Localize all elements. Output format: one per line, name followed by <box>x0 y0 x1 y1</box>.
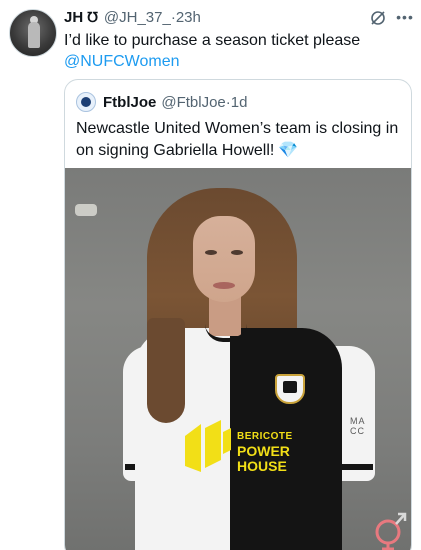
jersey-side-print: MA CC <box>350 416 366 436</box>
timestamp[interactable]: 23h <box>176 9 201 26</box>
football-icon <box>81 97 91 107</box>
avatar-figure-body <box>28 22 40 48</box>
face <box>193 216 255 302</box>
tweet-header: JH ℧ @JH_37_ · 23h <box>64 7 201 27</box>
author-handle[interactable]: @JH_37_ <box>104 9 171 26</box>
quote-avatar[interactable] <box>76 92 96 112</box>
quote-timestamp[interactable]: 1d <box>231 94 248 111</box>
more-options-icon[interactable]: ••• <box>395 8 415 26</box>
quote-header: FtblJoe @FtblJoe · 1d <box>103 92 247 112</box>
sponsor-line-1: BERICOTE <box>237 431 293 442</box>
quoted-tweet[interactable]: FtblJoe @FtblJoe · 1d Newcastle United W… <box>64 79 412 550</box>
sponsor-line-2: POWER <box>237 443 290 459</box>
tweet-body: I’d like to purchase a season ticket ple… <box>64 32 361 49</box>
sponsor-line-3: HOUSE <box>237 458 287 474</box>
side-print-line-1: MA <box>350 416 366 426</box>
quote-text: Newcastle United Women’s team is closing… <box>76 118 406 162</box>
gem-emoji: 💎 <box>278 142 299 159</box>
quote-media-image[interactable]: BERICOTE POWER HOUSE MA CC <box>65 168 411 550</box>
hair-side <box>147 318 185 423</box>
side-print-line-2: CC <box>350 426 365 436</box>
wall-mark <box>75 204 97 216</box>
mention-link[interactable]: @NUFCWomen <box>64 51 409 72</box>
grok-icon[interactable] <box>369 9 387 27</box>
sponsor-logo-icon <box>185 420 231 472</box>
avatar[interactable] <box>9 9 57 57</box>
quote-body: Newcastle United Women’s team is closing… <box>76 120 399 159</box>
sponsor-text: BERICOTE POWER HOUSE <box>237 430 307 474</box>
watermark-logo-icon <box>375 512 407 550</box>
tweet-text: I’d like to purchase a season ticket ple… <box>64 30 409 72</box>
lips <box>213 282 235 289</box>
quote-author-name[interactable]: FtblJoe <box>103 94 156 111</box>
quote-author-handle[interactable]: @FtblJoe <box>161 94 225 111</box>
right-eye <box>231 250 243 255</box>
author-name[interactable]: JH <box>64 9 83 26</box>
headphones-icon: ℧ <box>87 8 98 25</box>
tweet: JH ℧ @JH_37_ · 23h ••• I’d like to purch… <box>0 0 421 550</box>
left-eye <box>205 250 217 255</box>
club-crest-icon <box>275 374 305 404</box>
